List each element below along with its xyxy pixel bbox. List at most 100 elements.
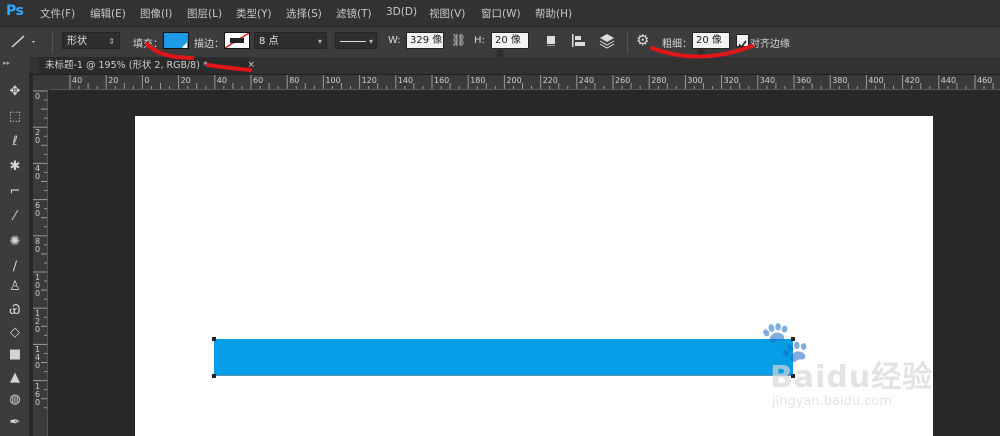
ruler-label: 300: [687, 76, 703, 85]
healing-brush-tool-icon[interactable]: ✺: [7, 234, 23, 250]
menu-view[interactable]: 视图(V): [429, 6, 465, 21]
document-tab[interactable]: 未标题-1 @ 195% (形状 2, RGB/8) * ×: [39, 57, 255, 74]
ruler-label: 260: [615, 76, 631, 85]
ruler-label: 4 0: [35, 164, 41, 182]
ruler-label: 280: [651, 76, 667, 85]
ruler-label: 20: [108, 76, 119, 85]
solid-line-icon: [340, 41, 366, 42]
clone-stamp-tool-icon[interactable]: ♙: [7, 279, 23, 295]
menu-edit[interactable]: 编辑(E): [90, 6, 126, 21]
menu-select[interactable]: 选择(S): [286, 6, 322, 21]
menu-3d[interactable]: 3D(D): [386, 6, 417, 18]
gradient-tool-icon[interactable]: ■: [7, 347, 23, 363]
options-bar: 形状 ⇕ 填充： ◢ 描边： 8 点 ▾ ▾ W: 329 像 ⛓ H: 20 …: [0, 26, 1000, 61]
blue-line-shape[interactable]: [214, 339, 793, 376]
stroke-label: 描边：: [194, 39, 224, 50]
tool-mode-dropdown[interactable]: 形状 ⇕: [62, 32, 120, 49]
ruler-label: 460: [977, 76, 993, 85]
ruler-label: 400: [868, 76, 884, 85]
ruler-label: 1 6 0: [35, 381, 41, 407]
align-edges-checkbox[interactable]: [736, 34, 749, 49]
ruler-label: 2 0: [35, 128, 41, 146]
ruler-origin[interactable]: [33, 75, 49, 89]
weight-field[interactable]: 20 像素: [692, 32, 730, 61]
marquee-tool-icon[interactable]: ⬚: [7, 109, 23, 125]
ruler-label: 440: [940, 76, 957, 85]
menu-filter[interactable]: 滤镜(T): [336, 6, 372, 21]
ruler-label: 120: [361, 76, 377, 85]
crop-tool-icon[interactable]: ⌐: [7, 184, 23, 200]
ruler-label: 220: [542, 76, 558, 85]
no-stroke-icon: [224, 32, 250, 49]
eraser-tool-icon[interactable]: ◇: [7, 325, 23, 341]
ruler-label: 40: [216, 76, 227, 85]
height-field[interactable]: 20 像素: [491, 32, 529, 61]
menu-file[interactable]: 文件(F): [40, 6, 75, 21]
document-tab-title: 未标题-1 @ 195% (形状 2, RGB/8) *: [45, 60, 208, 71]
ruler-label: 1 0 0: [35, 273, 41, 298]
ruler-ticks: [69, 75, 994, 89]
ruler-label: 0: [144, 76, 150, 85]
watermark-url: jingyan.baidu.com: [772, 394, 892, 409]
ruler-label: 6 0: [35, 200, 41, 218]
brush-tool-icon[interactable]: ∕: [7, 259, 23, 275]
ruler-label: 200: [506, 76, 522, 85]
ruler-label: 60: [253, 76, 264, 85]
menu-bar: Ps 文件(F) 编辑(E) 图像(I) 图层(L) 类型(Y) 选择(S) 滤…: [0, 0, 1000, 26]
stroke-type-dropdown[interactable]: ▾: [335, 32, 377, 49]
ruler-label: 240: [578, 76, 595, 85]
checkmark-icon: [738, 40, 747, 49]
ruler-label: 320: [723, 76, 739, 85]
width-field[interactable]: 329 像: [406, 32, 444, 49]
ruler-label: 140: [397, 76, 414, 85]
ruler-label: 80: [289, 76, 300, 85]
vertical-ruler[interactable]: 0 2 0 4 0 6 0 8 0 1 0 0 1 2 0 1 4 0 1 6 0: [33, 89, 48, 436]
stroke-color-swatch[interactable]: [224, 32, 250, 49]
magic-wand-tool-icon[interactable]: ✱: [7, 159, 23, 175]
path-arrangement-icon[interactable]: [598, 32, 616, 50]
transform-handle[interactable]: [212, 374, 216, 378]
tool-preset-picker[interactable]: [8, 32, 36, 51]
line-tool-icon: [11, 35, 35, 48]
ruler-label: 420: [904, 76, 920, 85]
ruler-label: 0: [35, 92, 41, 101]
document-tab-bar: 未标题-1 @ 195% (形状 2, RGB/8) * ×: [29, 57, 1000, 75]
move-tool-icon[interactable]: ✥: [7, 84, 23, 100]
fill-label: 填充：: [133, 39, 163, 50]
fill-color-swatch[interactable]: ◢: [163, 32, 189, 49]
horizontal-ruler[interactable]: 40 20 0 20 40 60 80 100 120 140 160 180 200 220 240 260…: [49, 75, 1000, 90]
ruler-label: 100: [325, 76, 341, 85]
path-alignment-icon[interactable]: [571, 33, 587, 49]
sponge-tool-icon[interactable]: ◍: [7, 392, 23, 408]
chevron-down-icon: ▾: [368, 37, 373, 46]
menu-image[interactable]: 图像(I): [140, 6, 172, 21]
path-operations-icon[interactable]: [545, 33, 559, 47]
tool-mode-value: 形状: [67, 36, 87, 47]
ruler-label: 360: [796, 76, 812, 85]
ruler-label: 340: [759, 76, 776, 85]
history-brush-tool-icon[interactable]: Ꮿ: [7, 303, 23, 319]
link-icon[interactable]: ⛓: [451, 33, 466, 47]
ruler-label: 1 2 0: [35, 309, 41, 335]
ruler-label: 380: [832, 76, 848, 85]
menu-window[interactable]: 窗口(W): [481, 6, 521, 21]
eyedropper-tool-icon[interactable]: ⁄: [7, 209, 23, 225]
menu-layer[interactable]: 图层(L): [187, 6, 222, 21]
ruler-label: 40: [72, 76, 83, 85]
transform-handle[interactable]: [212, 337, 216, 341]
divider: [627, 31, 628, 53]
sharpen-tool-icon[interactable]: ▲: [7, 370, 23, 386]
collapse-icon[interactable]: ▸▸: [3, 59, 10, 67]
width-label: W:: [388, 35, 401, 46]
lasso-tool-icon[interactable]: ℓ: [7, 134, 23, 150]
close-icon[interactable]: ×: [247, 57, 255, 74]
pen-tool-icon[interactable]: ✒: [7, 415, 23, 431]
stroke-width-dropdown[interactable]: 8 点 ▾: [254, 32, 327, 49]
gear-icon[interactable]: ⚙: [636, 31, 649, 49]
weight-label: 粗细：: [662, 39, 692, 50]
menu-type[interactable]: 类型(Y): [236, 6, 272, 21]
baidu-jingyan-watermark: Baidu经验: [770, 360, 934, 395]
menu-help[interactable]: 帮助(H): [535, 6, 572, 21]
ruler-label: 160: [434, 76, 450, 85]
photoshop-logo: Ps: [6, 3, 24, 19]
